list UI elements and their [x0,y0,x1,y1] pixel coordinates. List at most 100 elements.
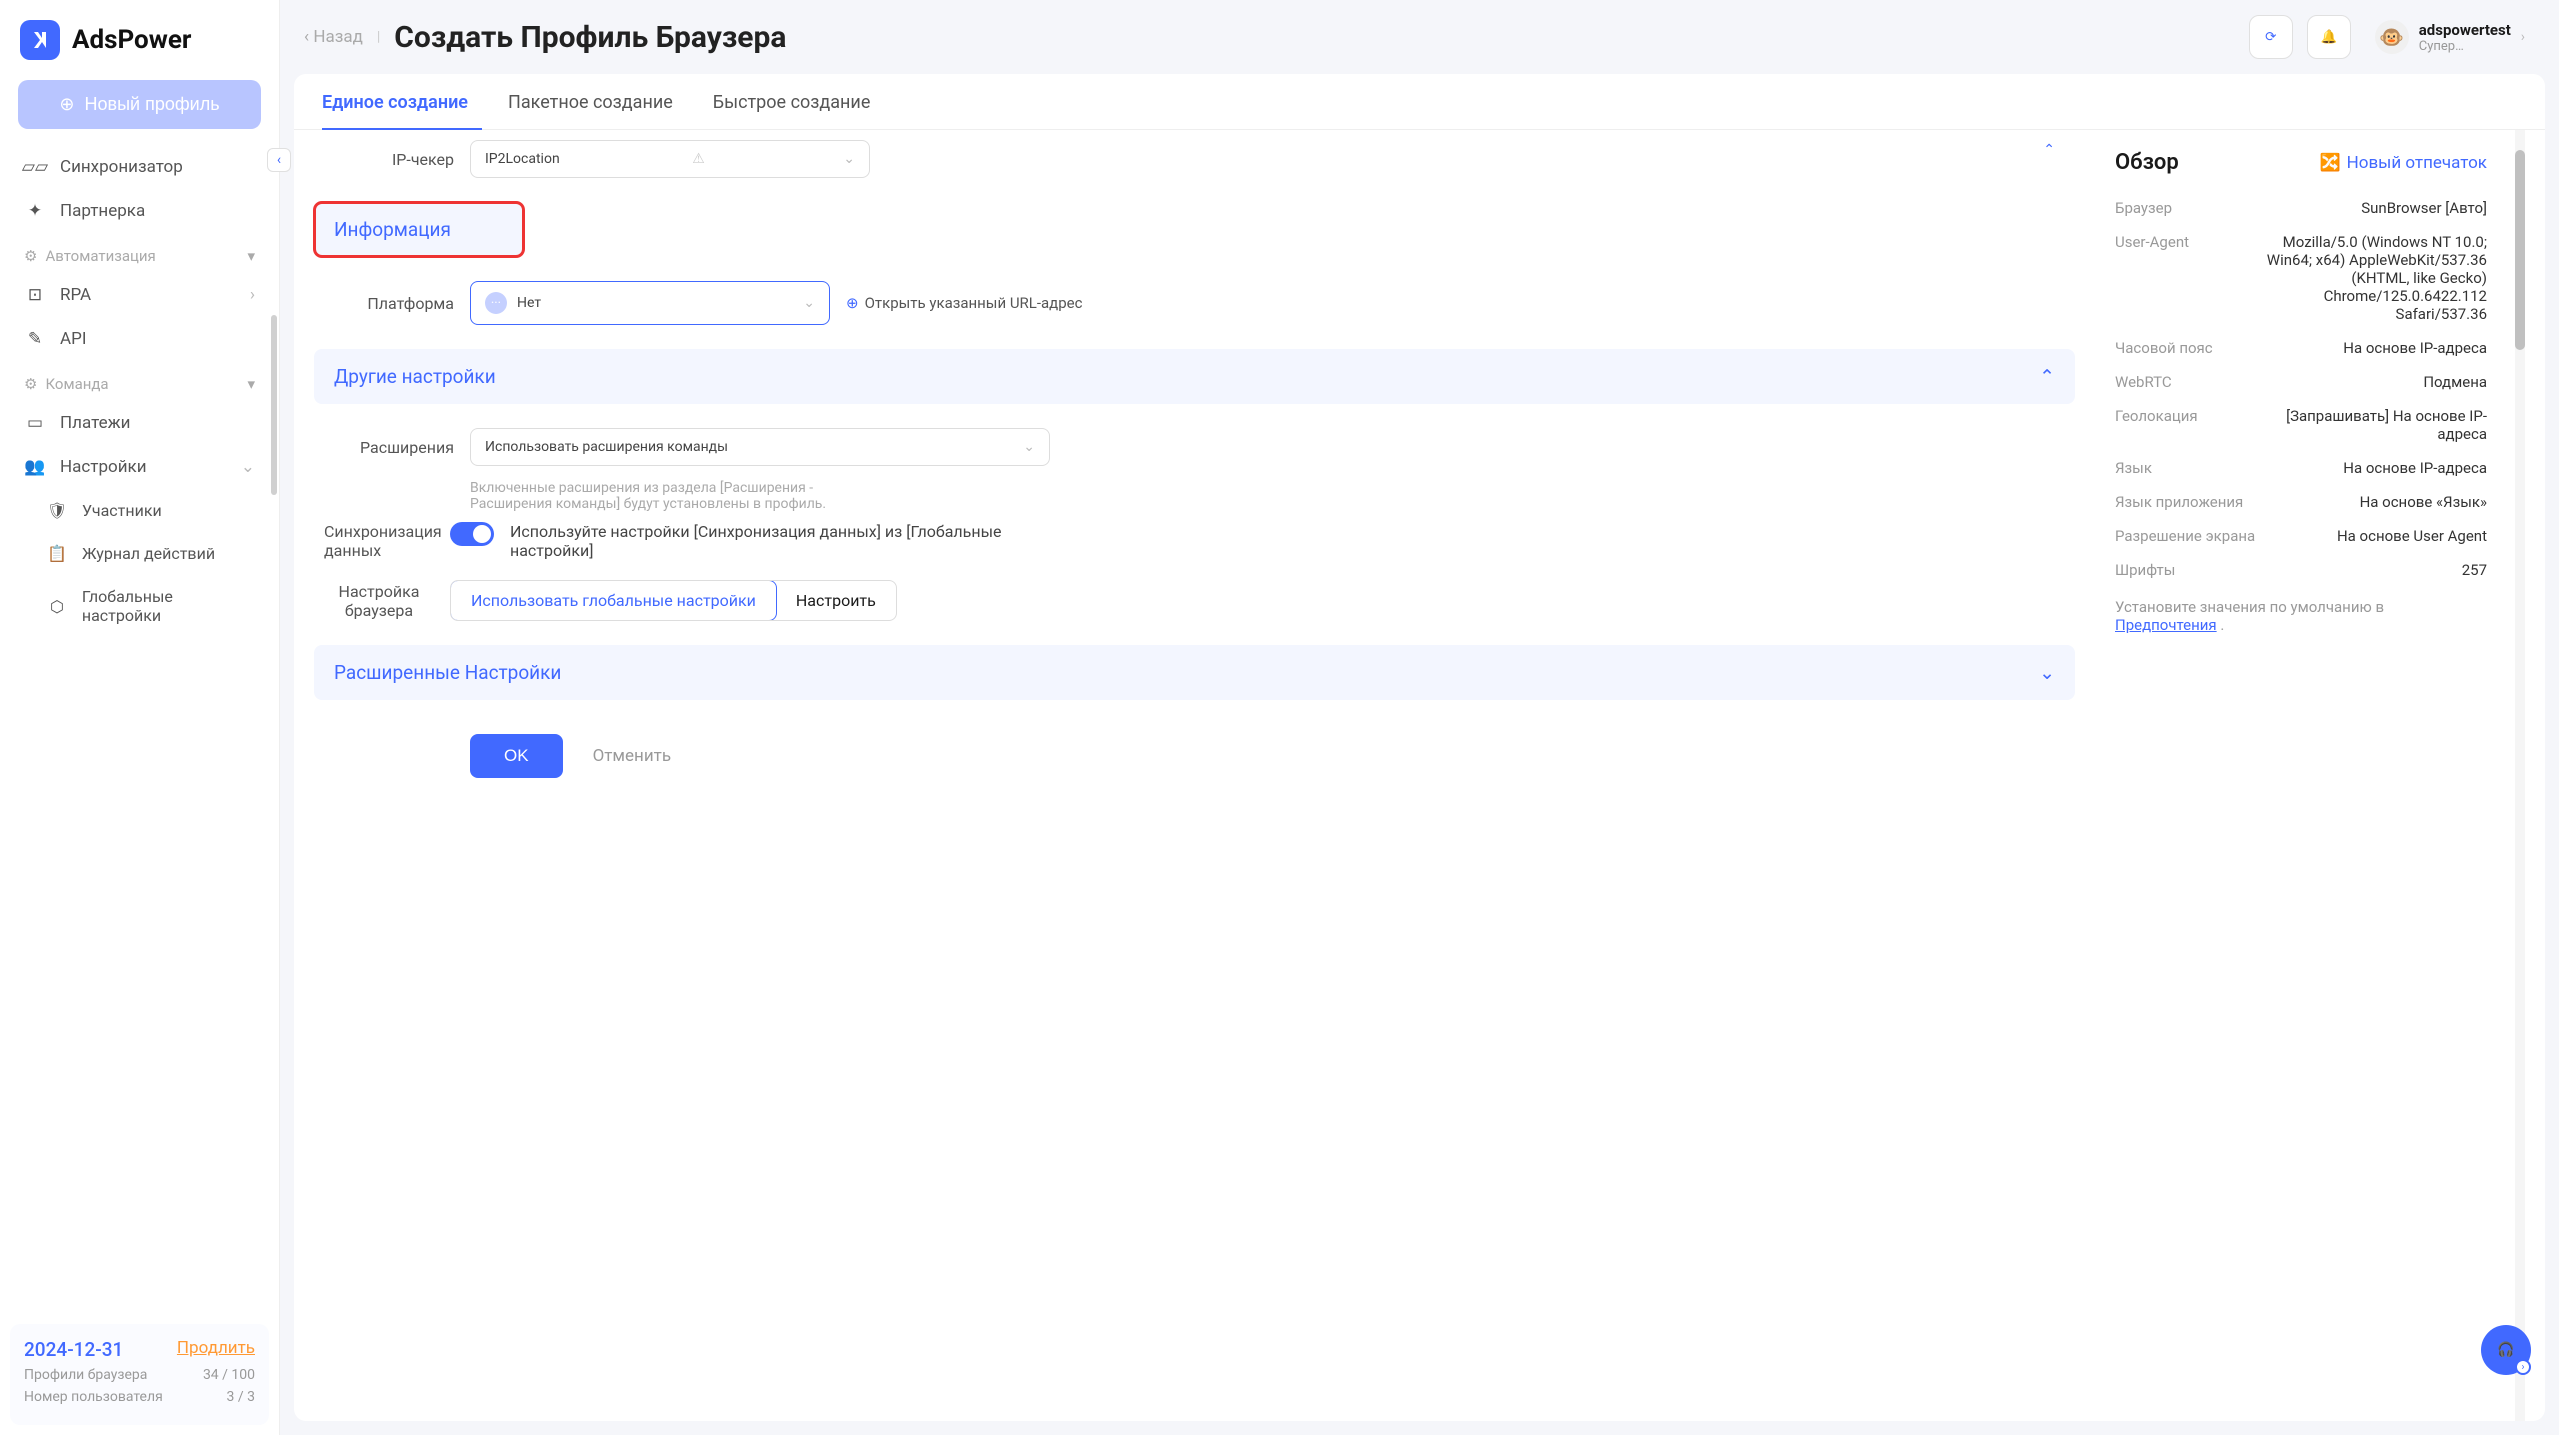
extensions-value: Использовать расширения команды [485,439,728,455]
people-icon: 👥 [24,457,46,477]
sidebar-scrollbar[interactable] [271,315,277,495]
sidebar-item-synchronizer[interactable]: ▱▱ Синхронизатор [10,145,269,189]
sidebar-item-payments[interactable]: ▭ Платежи [10,401,269,445]
profiles-count-value: 34 / 100 [203,1367,255,1383]
chevron-down-icon: ⌄ [843,151,855,167]
upload-button[interactable]: ⟳ [2249,15,2293,59]
sidebar-item-settings[interactable]: 👥 Настройки ⌄ [10,445,269,489]
chevron-up-icon: ⌃ [2039,365,2055,388]
bell-icon: 🔔 [2320,29,2337,45]
browser-settings-label: Настройка браузера [324,582,434,620]
renew-link[interactable]: Продлить [177,1338,255,1361]
browser-settings-custom-option[interactable]: Настроить [776,581,896,620]
back-button[interactable]: ‹ Назад [304,27,363,47]
scrollbar-thumb[interactable] [2515,150,2525,350]
sidebar: AdsPower ⊕ Новый профиль ‹ ▱▱ Синхрониза… [0,0,280,1435]
sidebar-section-automation[interactable]: ⚙ Автоматизация ▾ [10,233,269,273]
api-icon: ✎ [24,329,46,349]
user-role: Супер… [2419,39,2511,54]
sidebar-item-label: Настройки [60,457,147,477]
data-sync-label: Синхронизация данных [324,522,434,560]
summary-key: Браузер [2115,199,2265,217]
headset-icon: 🎧 [2497,1342,2514,1358]
preferences-link[interactable]: Предпочтения [2115,616,2217,634]
platform-select[interactable]: ··· Нет ⌄ [470,281,830,325]
summary-key: Часовой пояс [2115,339,2265,357]
extensions-select[interactable]: Использовать расширения команды ⌄ [470,428,1050,466]
content-scrollbar[interactable] [2515,130,2525,1421]
section-label: Информация [334,218,451,241]
sidebar-item-label: Журнал действий [82,544,215,563]
back-label: Назад [313,27,363,47]
plus-icon: ⊕ [59,94,74,115]
ok-button[interactable]: OK [470,734,563,778]
chevron-up-icon[interactable]: ⌃ [2043,142,2055,158]
data-sync-toggle[interactable] [450,522,494,546]
sidebar-item-label: RPA [60,285,91,305]
summary-value: На основе «Язык» [2265,493,2487,511]
summary-value: Подмена [2265,373,2487,391]
rpa-icon: ⊡ [24,285,46,305]
summary-note: Установите значения по умолчанию в Предп… [2115,587,2487,634]
profiles-count-label: Профили браузера [24,1367,147,1383]
sidebar-section-team[interactable]: ⚙ Команда ▾ [10,361,269,401]
sidebar-item-rpa[interactable]: ⊡ RPA › [10,273,269,317]
sidebar-item-label: API [60,329,86,349]
platform-label: Платформа [324,294,454,313]
section-information[interactable]: Информация [314,202,524,257]
shuffle-icon: 🔀 [2319,153,2340,173]
sidebar-item-label: Участники [82,501,162,520]
row-browser-settings: Настройка браузера Использовать глобальн… [294,570,2095,631]
sidebar-footer: 2024-12-31 Продлить Профили браузера 34 … [10,1324,269,1425]
summary-key: Шрифты [2115,561,2265,579]
ip-checker-select[interactable]: IP2Location ⚠ ⌄ [470,140,870,178]
browser-settings-global-option[interactable]: Использовать глобальные настройки [450,580,777,621]
summary-value: [Запрашивать] На основе IP-адреса [2265,407,2487,443]
summary-key: Геолокация [2115,407,2265,443]
row-ip-checker: IP-чекер IP2Location ⚠ ⌄ [294,130,2095,188]
tab-quick[interactable]: Быстрое создание [713,92,871,129]
summary-value: На основе IP-адреса [2265,459,2487,477]
new-profile-label: Новый профиль [85,94,220,115]
chevron-down-icon: ⌄ [1023,439,1035,455]
new-fingerprint-button[interactable]: 🔀 Новый отпечаток [2319,153,2487,173]
chevron-right-icon: › [250,285,255,305]
row-platform: Платформа ··· Нет ⌄ ⊕ Открыть указанный … [294,271,2095,335]
user-name: adspowertest [2419,21,2511,39]
main: ‹ Назад | Создать Профиль Браузера ⟳ 🔔 🐵… [280,0,2559,1435]
open-url-action[interactable]: ⊕ Открыть указанный URL-адрес [846,294,1082,312]
tab-single[interactable]: Единое создание [322,92,468,129]
ip-checker-label: IP-чекер [324,150,454,169]
new-profile-button[interactable]: ⊕ Новый профиль [18,80,261,129]
summary-key: Разрешение экрана [2115,527,2265,545]
user-menu[interactable]: 🐵 adspowertest Супер… › [2365,14,2535,60]
sidebar-item-label: Партнерка [60,201,145,221]
summary-key: WebRTC [2115,373,2265,391]
section-other-settings[interactable]: Другие настройки ⌃ [314,349,2075,404]
support-fab[interactable]: 🎧 › [2481,1325,2531,1375]
users-count-label: Номер пользователя [24,1389,163,1405]
summary-value: На основе IP-адреса [2265,339,2487,357]
content-card: Единое создание Пакетное создание Быстро… [294,74,2545,1421]
summary-key: User-Agent [2115,233,2265,323]
sidebar-item-global-settings[interactable]: ⬡ Глобальные настройки [32,575,269,637]
cancel-button[interactable]: Отменить [593,746,672,766]
summary-value: SunBrowser [Авто] [2265,199,2487,217]
fab-arrow-icon: › [2515,1359,2531,1375]
notifications-button[interactable]: 🔔 [2307,15,2351,59]
sidebar-item-members[interactable]: 🛡 Участники [32,489,269,532]
browser-settings-segment: Использовать глобальные настройки Настро… [450,580,897,621]
sidebar-item-activity-log[interactable]: 📋 Журнал действий [32,532,269,575]
extensions-help: Включенные расширения из раздела [Расшир… [294,476,894,512]
section-advanced-settings[interactable]: Расширенные Настройки ⌄ [314,645,2075,700]
sidebar-item-affiliate[interactable]: ✦ Партнерка [10,189,269,233]
content-scroll: IP-чекер IP2Location ⚠ ⌄ Информация ⌃ Пл… [294,130,2545,1421]
platform-none-icon: ··· [485,292,507,314]
clipboard-icon: 📋 [46,544,68,563]
platform-value: Нет [517,295,541,311]
sidebar-item-api[interactable]: ✎ API [10,317,269,361]
sidebar-section-label: Автоматизация [45,247,155,265]
tab-batch[interactable]: Пакетное создание [508,92,673,129]
logo[interactable]: AdsPower [0,0,279,80]
divider: | [377,29,380,45]
